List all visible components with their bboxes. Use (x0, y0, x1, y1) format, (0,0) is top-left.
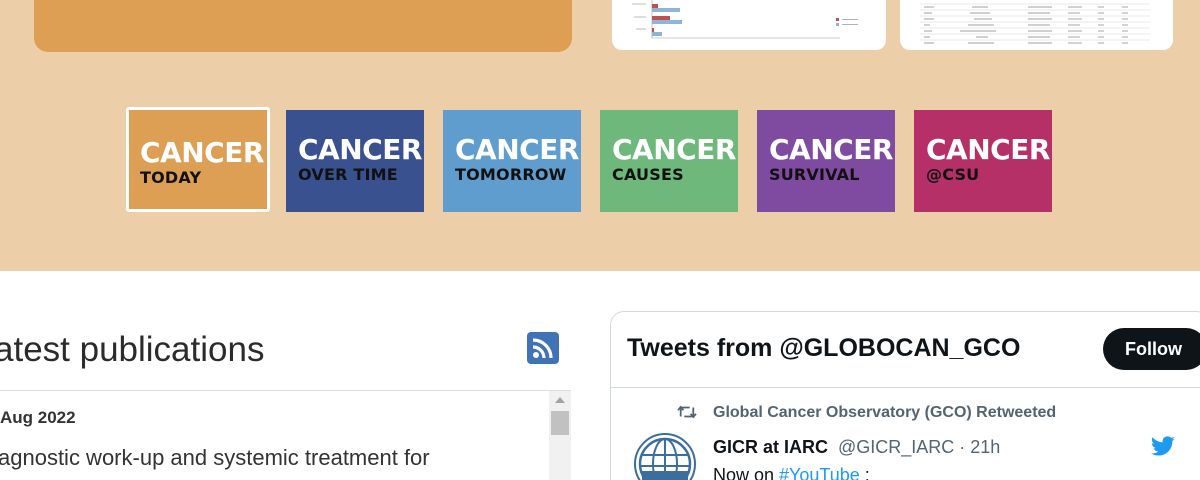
tile-cancer-over-time[interactable]: CANCER OVER TIME (286, 110, 424, 212)
tile-title: CANCER (926, 133, 1050, 166)
retweet-icon (677, 405, 697, 419)
twitter-widget-title[interactable]: Tweets from @GLOBOCAN_GCO (627, 334, 1020, 363)
tile-cancer-today[interactable]: CANCER TODAY (126, 107, 270, 212)
tile-subtitle: CAUSES (612, 165, 684, 184)
divider (611, 387, 1200, 388)
tweet-body-text: Now on (713, 465, 780, 480)
retweeted-by-label[interactable]: Global Cancer Observatory (GCO) Retweete… (713, 404, 1056, 422)
tile-cancer-causes[interactable]: CANCER CAUSES (600, 110, 738, 212)
tile-title: CANCER (612, 133, 736, 166)
publication-date: Aug 2022 (0, 408, 76, 427)
tile-subtitle: TODAY (140, 168, 202, 187)
follow-button[interactable]: Follow (1103, 328, 1200, 370)
tile-cancer-csu[interactable]: CANCER @CSU (914, 110, 1052, 212)
hero-card[interactable] (34, 0, 572, 52)
tile-subtitle: TOMORROW (455, 165, 567, 184)
tile-title: CANCER (298, 133, 422, 166)
tile-subtitle: @CSU (926, 165, 980, 184)
publications-heading: atest publications (0, 330, 265, 369)
rss-icon[interactable] (527, 332, 559, 364)
tile-cancer-tomorrow[interactable]: CANCER TOMORROW (443, 110, 581, 212)
tile-subtitle: SURVIVAL (769, 165, 860, 184)
scroll-up-arrow-icon[interactable] (549, 391, 571, 409)
table-thumbnail-graphic (920, 3, 1150, 44)
rss-icon-graphic (532, 338, 553, 359)
tile-subtitle: OVER TIME (298, 165, 398, 184)
tweet-author-handle[interactable]: @GICR_IARC · 21h (838, 437, 1000, 458)
tile-title: CANCER (140, 136, 264, 169)
twitter-bird-icon[interactable] (1150, 436, 1176, 458)
tile-title: CANCER (769, 133, 893, 166)
tweet-body-suffix: : (859, 465, 870, 480)
scrollbar-thumb[interactable] (551, 411, 569, 435)
publication-title-link[interactable]: agnostic work-up and systemic treatment … (0, 445, 430, 471)
tile-cancer-survival[interactable]: CANCER SURVIVAL (757, 110, 895, 212)
chart-thumbnail[interactable] (612, 0, 886, 50)
chart-thumbnail-graphic (632, 0, 858, 39)
tweet-author-name[interactable]: GICR at IARC (713, 437, 828, 458)
tweet-body: Now on #YouTube : (713, 465, 870, 480)
tile-title: CANCER (455, 133, 579, 166)
globe-logo-icon (638, 437, 692, 480)
hashtag-link[interactable]: #YouTube (779, 465, 860, 480)
table-thumbnail[interactable] (900, 0, 1173, 50)
page: CANCER TODAY CANCER OVER TIME CANCER TOM… (0, 0, 1200, 480)
